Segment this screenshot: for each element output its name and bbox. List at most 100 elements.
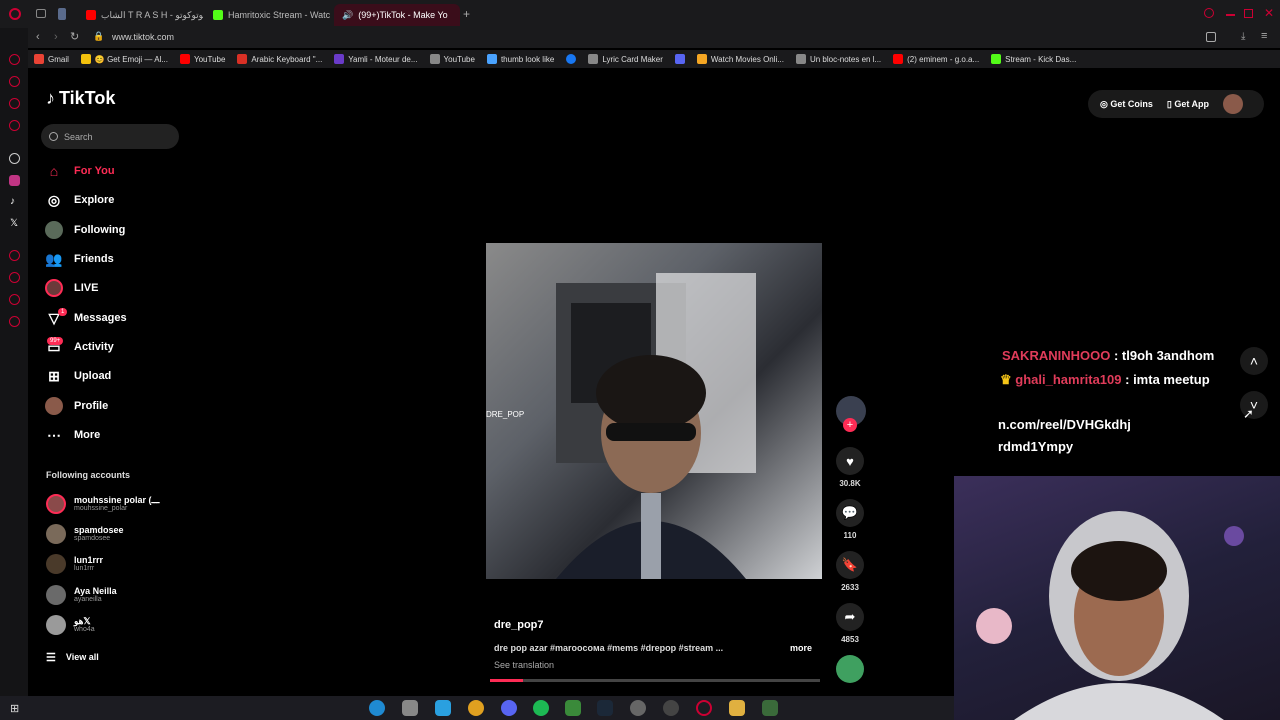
see-translation-link[interactable]: See translation (494, 660, 554, 670)
nav-explore[interactable]: ◎ Explore (44, 189, 114, 211)
opera-taskbar-icon[interactable] (696, 700, 712, 716)
bookmark-emoji[interactable]: 😊 Get Emoji — Al... (80, 54, 168, 64)
nvidia-icon[interactable] (565, 700, 581, 716)
bookmark-eminem[interactable]: (2) eminem - g.o.a... (893, 54, 979, 64)
minimize-icon[interactable] (1226, 14, 1235, 16)
downloads-icon[interactable] (9, 294, 20, 305)
bookmark-facebook[interactable] (566, 54, 577, 64)
account-item[interactable]: mouhssine polar (ـــ mouhssine_polar (46, 491, 159, 517)
edge-icon[interactable] (369, 700, 385, 716)
obs-icon[interactable] (663, 700, 679, 716)
like-count: 30.8K (839, 479, 861, 488)
video-progress-bar[interactable] (490, 679, 820, 682)
nav-upload[interactable]: ⊞ Upload (44, 365, 111, 387)
aria-icon[interactable] (9, 54, 20, 65)
maximize-icon[interactable] (1244, 9, 1253, 18)
history-icon[interactable] (9, 250, 20, 261)
chrome-icon[interactable] (468, 700, 484, 716)
search-tabs-icon[interactable] (1204, 8, 1214, 18)
chatgpt-icon[interactable] (9, 153, 20, 164)
close-window-icon[interactable]: ✕ (1264, 6, 1274, 20)
live-icon (44, 278, 64, 298)
workspace-icon[interactable] (58, 8, 66, 20)
follow-plus-icon[interactable]: + (843, 418, 857, 432)
avatar (46, 585, 66, 605)
bookmark-arabic-keyboard[interactable]: Arabic Keyboard "... (237, 54, 322, 64)
bookmark-kick[interactable]: Stream - Kick Das... (991, 54, 1076, 64)
search-input[interactable]: Search (41, 124, 179, 149)
terminal-icon[interactable] (762, 700, 778, 716)
get-app-button[interactable]: ▯ Get App (1167, 99, 1209, 110)
get-coins-button[interactable]: ◎ Get Coins (1100, 99, 1153, 110)
messenger-icon[interactable] (9, 76, 20, 87)
creator-avatar-button[interactable]: + (836, 396, 866, 432)
windows-start-icon[interactable]: ⊞ (10, 702, 19, 715)
music-disc-button[interactable] (836, 655, 864, 683)
clock-icon[interactable] (9, 272, 20, 283)
nav-live[interactable]: LIVE (44, 277, 98, 299)
user-avatar[interactable] (1223, 94, 1243, 114)
upload-icon: ⊞ (48, 367, 60, 384)
bookmark-youtube[interactable]: YouTube (179, 54, 225, 64)
spotify-icon[interactable] (533, 700, 549, 716)
explorer-app-icon[interactable] (402, 700, 418, 716)
menu-icon[interactable]: ≡ (1261, 30, 1267, 42)
back-icon[interactable]: ‹ (36, 31, 40, 43)
account-item[interactable]: Aya Neilla ayaneilla (46, 582, 117, 608)
account-item[interactable]: lun1rrr lun1rrr (46, 551, 103, 577)
share-button[interactable]: ➦ 4853 (836, 603, 864, 644)
bookmark-thumb[interactable]: thumb look like (486, 54, 554, 64)
nav-for-you[interactable]: ⌂ For You (44, 160, 115, 182)
bookmark-yamli[interactable]: Yamli - Moteur de... (334, 54, 418, 64)
store-icon[interactable] (435, 700, 451, 716)
tab-manager-icon[interactable] (36, 9, 46, 18)
instagram-app-icon[interactable] (9, 175, 20, 186)
view-all-label: View all (65, 652, 99, 662)
view-all-link[interactable]: ☰ View all (46, 646, 99, 668)
bookmark-lyric-card[interactable]: Lyric Card Maker (588, 54, 663, 64)
tiktok-logo[interactable]: ♪ TikTok (46, 88, 115, 109)
nav-messages[interactable]: ▽ Messages (44, 307, 127, 329)
video-author[interactable]: dre_pop7 (494, 619, 544, 631)
more-button[interactable]: more (790, 643, 812, 653)
tab-trash[interactable]: الشاب T R A S H - كوتوكوتو (78, 4, 203, 26)
video-player[interactable]: DRE_POP (486, 243, 822, 579)
bookmark-notes[interactable] (674, 54, 685, 64)
comment-count: 110 (843, 531, 857, 540)
folder-icon[interactable] (729, 700, 745, 716)
account-item[interactable]: هو𝕏 who4a (46, 612, 95, 638)
nav-profile[interactable]: Profile (44, 395, 108, 417)
account-item[interactable]: spamdosee spamdosee (46, 521, 124, 547)
download-icon[interactable]: ⤓ (1241, 31, 1245, 42)
url-text[interactable]: www.tiktok.com (112, 32, 174, 42)
like-button[interactable]: ♥ 30.8K (836, 447, 864, 488)
opera-logo-icon[interactable] (9, 8, 21, 20)
extensions-icon[interactable] (1206, 32, 1216, 42)
instagram-icon[interactable] (9, 120, 20, 131)
nav-more[interactable]: ⋯ More (44, 424, 100, 446)
discord-icon[interactable] (501, 700, 517, 716)
scroll-up-button[interactable]: ˄ (1240, 347, 1268, 375)
nav-friends[interactable]: 👥 Friends (44, 248, 113, 270)
x-app-icon[interactable]: 𝕏 (10, 218, 18, 229)
reload-icon[interactable]: ↻ (70, 30, 79, 43)
new-tab-icon[interactable]: + (463, 7, 470, 21)
settings-app-icon[interactable] (630, 700, 646, 716)
steam-icon[interactable] (597, 700, 613, 716)
youtube-icon (86, 10, 96, 20)
comment-button[interactable]: 💬 110 (836, 499, 864, 540)
tab-hamritoxic[interactable]: Hamritoxic Stream - Watc (205, 4, 333, 26)
bookmark-movies[interactable]: Watch Movies Onli... (696, 54, 784, 64)
whatsapp-icon[interactable] (9, 98, 20, 109)
save-button[interactable]: 🔖 2633 (836, 551, 864, 592)
bookmark-bloc-notes[interactable]: Un bloc-notes en l... (795, 54, 881, 64)
settings-icon[interactable] (9, 316, 20, 327)
bookmark-gmail[interactable]: Gmail (34, 54, 69, 64)
tiktok-app-icon[interactable]: ♪ (10, 196, 15, 207)
tab-tiktok[interactable]: 🔊 (99+)TikTok - Make Yo (334, 4, 460, 26)
forward-icon[interactable]: › (54, 31, 58, 43)
nav-following[interactable]: Following (44, 219, 125, 241)
nav-label: Messages (74, 312, 127, 324)
bookmark-youtube-2[interactable]: YouTube (429, 54, 475, 64)
compass-icon: ◎ (47, 191, 61, 208)
